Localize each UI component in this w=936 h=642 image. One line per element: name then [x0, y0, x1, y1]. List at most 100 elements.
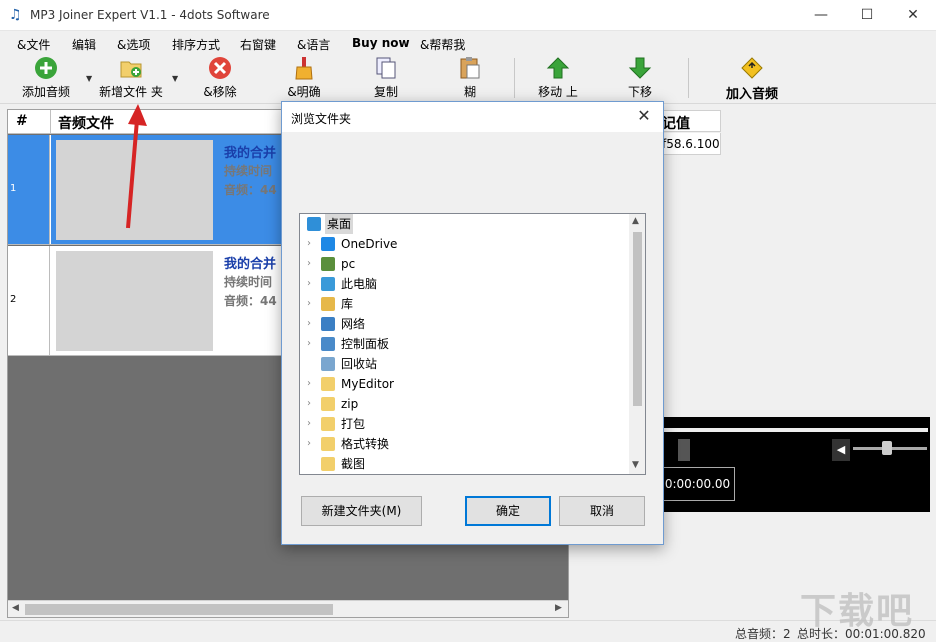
tree-item-label: 库: [341, 297, 354, 311]
add-audio-button[interactable]: 添加音频: [14, 56, 78, 100]
tree-item[interactable]: › 打包: [300, 414, 628, 434]
move-down-button[interactable]: 下移: [612, 56, 668, 100]
copy-button[interactable]: 复制: [358, 56, 414, 100]
arrow-up-icon: [546, 57, 570, 79]
properties-header-label: 记值: [662, 116, 690, 132]
dialog-title-bar: 浏览文件夹 ✕: [282, 102, 663, 132]
volume-icon[interactable]: ◀: [832, 439, 850, 461]
tree-item[interactable]: 桌面: [300, 214, 628, 234]
volume-slider-knob[interactable]: [882, 441, 892, 455]
scroll-down-icon[interactable]: ▼: [632, 460, 639, 470]
column-header-number[interactable]: #: [16, 113, 28, 129]
row-duration: 持续时间: [224, 275, 273, 289]
tree-item[interactable]: 截图: [300, 454, 628, 474]
add-audio-label: 添加音频: [21, 85, 70, 99]
window-title: MP3 Joiner Expert V1.1 - 4dots Software: [30, 8, 270, 22]
move-up-button[interactable]: 移动 上: [530, 56, 586, 100]
paste-icon: [460, 57, 480, 79]
scrollbar-thumb[interactable]: [25, 604, 333, 615]
add-folder-button[interactable]: 新增文件 夹: [96, 56, 166, 100]
horizontal-scrollbar[interactable]: ◀ ▶: [8, 600, 568, 617]
ok-button[interactable]: 确定: [465, 496, 551, 526]
chevron-right-icon[interactable]: ›: [304, 374, 314, 394]
add-audio-dropdown-icon[interactable]: ▼: [86, 74, 92, 83]
tree-item[interactable]: › MyEditor: [300, 374, 628, 394]
library-icon: [321, 297, 335, 311]
menu-language[interactable]: &语言: [297, 36, 330, 53]
scroll-left-icon[interactable]: ◀: [12, 603, 19, 613]
tree-item-label: zip: [341, 397, 359, 411]
status-audio-count: 总音频：2: [735, 627, 791, 641]
menu-file[interactable]: &文件: [17, 36, 50, 53]
thumbnail: [56, 251, 213, 351]
tree-vertical-scrollbar[interactable]: ▲ ▼: [629, 214, 645, 474]
chevron-right-icon[interactable]: ›: [304, 334, 314, 354]
scroll-right-icon[interactable]: ▶: [555, 603, 562, 613]
row-format: 音频：44: [224, 294, 277, 308]
row-number: 1: [10, 183, 17, 194]
cloud-icon: [321, 237, 335, 251]
tree-item[interactable]: › 格式转换: [300, 434, 628, 454]
join-audio-label: 加入音频: [725, 87, 778, 102]
cancel-button[interactable]: 取消: [559, 496, 645, 526]
new-folder-button[interactable]: 新建文件夹(M): [301, 496, 422, 526]
menu-help[interactable]: &帮帮我: [420, 36, 465, 53]
join-audio-button[interactable]: 加入音频: [712, 56, 792, 102]
clear-button[interactable]: &明确: [276, 56, 332, 100]
menu-buy-now[interactable]: Buy now: [352, 36, 410, 50]
title-bar: ♫ MP3 Joiner Expert V1.1 - 4dots Softwar…: [0, 0, 936, 31]
tree-item-label: 桌面: [325, 214, 354, 234]
remove-button[interactable]: &移除: [192, 56, 248, 100]
row-duration: 持续时间: [224, 164, 273, 178]
tree-item[interactable]: › pc: [300, 254, 628, 274]
chevron-right-icon[interactable]: ›: [304, 254, 314, 274]
chevron-right-icon[interactable]: ›: [304, 234, 314, 254]
scroll-up-icon[interactable]: ▲: [632, 216, 639, 226]
tree-item[interactable]: › OneDrive: [300, 234, 628, 254]
paste-button[interactable]: 糊: [442, 56, 498, 100]
scrollbar-thumb[interactable]: [633, 232, 642, 406]
seek-bar[interactable]: [660, 428, 928, 432]
app-music-icon: ♫: [9, 7, 22, 23]
join-warning-icon: [741, 57, 763, 79]
tree-item[interactable]: › 库: [300, 294, 628, 314]
chevron-right-icon[interactable]: ›: [304, 434, 314, 454]
broom-icon: [295, 57, 313, 80]
add-folder-dropdown-icon[interactable]: ▼: [172, 74, 178, 83]
close-button[interactable]: ✕: [890, 0, 936, 31]
properties-value: f58.6.100: [662, 137, 720, 151]
folder-icon: [321, 457, 335, 471]
row-number: 2: [10, 294, 17, 305]
dialog-title: 浏览文件夹: [291, 112, 352, 126]
control-panel-icon: [321, 337, 335, 351]
tree-item[interactable]: 回收站: [300, 354, 628, 374]
tree-item[interactable]: › 此电脑: [300, 274, 628, 294]
computer-icon: [321, 277, 335, 291]
chevron-right-icon[interactable]: ›: [304, 294, 314, 314]
dialog-close-icon[interactable]: ✕: [633, 106, 655, 125]
audio-player: ◀ 0:00:00.00: [660, 417, 930, 512]
chevron-right-icon[interactable]: ›: [304, 394, 314, 414]
maximize-button[interactable]: ☐: [844, 0, 890, 31]
chevron-right-icon[interactable]: ›: [304, 314, 314, 334]
chevron-right-icon[interactable]: ›: [304, 274, 314, 294]
minimize-button[interactable]: —: [798, 0, 844, 31]
paste-label: 糊: [463, 85, 476, 99]
tree-item-label: 截图: [341, 457, 366, 471]
tree-item[interactable]: › 控制面板: [300, 334, 628, 354]
tree-item-label: 格式转换: [341, 437, 390, 451]
playback-time: 0:00:00.00: [660, 467, 735, 501]
menu-edit[interactable]: 编辑: [72, 36, 96, 53]
menu-sort[interactable]: 排序方式: [172, 36, 220, 53]
column-header-audio-file[interactable]: 音频文件: [58, 113, 114, 133]
menu-options[interactable]: &选项: [117, 36, 150, 53]
dialog-description: [300, 142, 640, 162]
chevron-right-icon[interactable]: ›: [304, 414, 314, 434]
folder-tree[interactable]: ▲ ▼ 桌面 › OneDrive › pc › 此电脑 › 库 › 网络 › 控制面板 回收站 › MyEd…: [299, 213, 646, 475]
move-down-label: 下移: [627, 85, 652, 99]
row-format: 音频：44: [224, 183, 277, 197]
tree-item[interactable]: › zip: [300, 394, 628, 414]
menu-context[interactable]: 右窗键: [240, 36, 276, 53]
tree-item[interactable]: › 网络: [300, 314, 628, 334]
stop-icon[interactable]: [678, 439, 690, 461]
